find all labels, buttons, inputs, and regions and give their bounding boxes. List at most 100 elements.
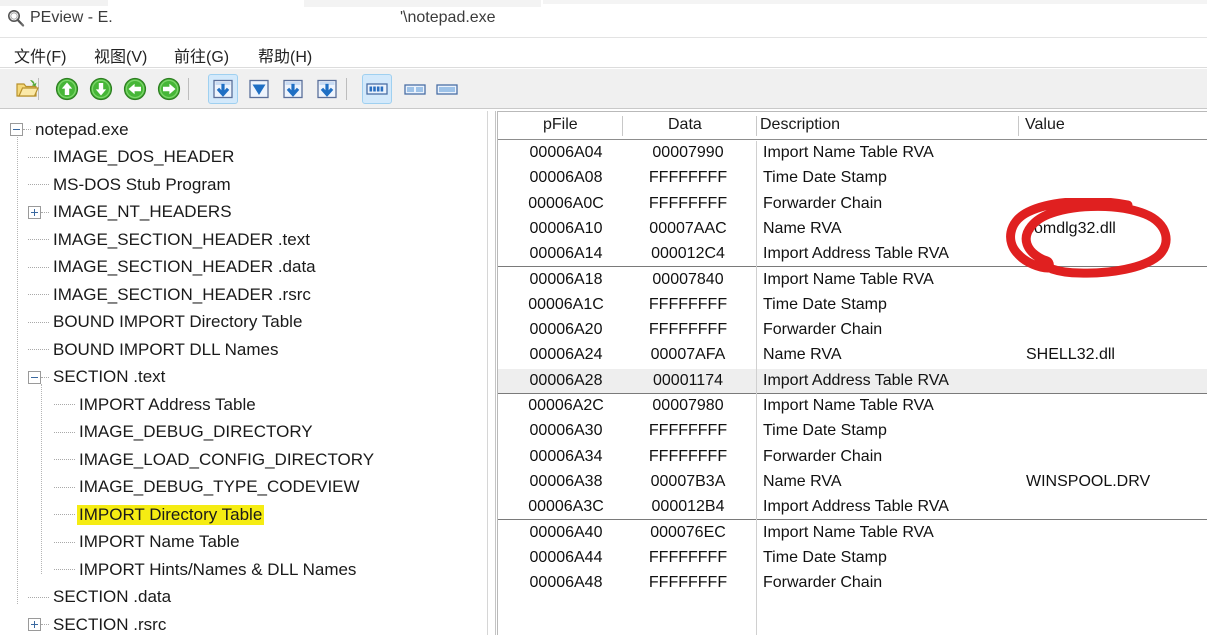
tree-node-label: SECTION .rsrc — [53, 614, 167, 634]
column-header-data[interactable]: Data — [668, 116, 702, 134]
title-shade — [303, 0, 541, 7]
table-row[interactable]: 00006A40 000076EC Import Name Table RVA — [498, 521, 1207, 546]
panel-splitter[interactable] — [487, 111, 488, 635]
table-row[interactable]: 00006A18 00007840 Import Name Table RVA — [498, 268, 1207, 293]
tree-node[interactable]: IMAGE_DOS_HEADER — [28, 144, 236, 171]
tree-node[interactable]: SECTION .text — [28, 364, 167, 391]
layout-one-pane-icon[interactable] — [432, 74, 462, 104]
tree-node[interactable]: BOUND IMPORT Directory Table — [28, 309, 304, 336]
tree-connector-dash — [28, 294, 49, 295]
column-separator[interactable] — [756, 116, 757, 136]
toolbar — [0, 69, 1207, 109]
tree-node[interactable]: IMAGE_LOAD_CONFIG_DIRECTORY — [54, 446, 376, 473]
column-separator[interactable] — [1018, 116, 1019, 136]
cell-description: Time Date Stamp — [763, 548, 887, 566]
table-row[interactable]: 00006A04 00007990 Import Name Table RVA — [498, 141, 1207, 166]
cell-data: 000076EC — [650, 523, 726, 541]
cell-description: Forwarder Chain — [763, 194, 883, 212]
cell-description: Forwarder Chain — [763, 574, 883, 592]
nav-up-icon[interactable] — [52, 74, 82, 104]
menu-goto[interactable]: 前往(G) — [172, 43, 231, 67]
expand-plus-icon[interactable] — [28, 618, 41, 631]
tree-node-label: IMAGE_DEBUG_TYPE_CODEVIEW — [79, 477, 360, 496]
cell-data: FFFFFFFF — [648, 295, 728, 313]
column-header-value[interactable]: Value — [1025, 116, 1065, 134]
view-export-icon[interactable] — [312, 74, 342, 104]
cell-pfile: 00006A38 — [529, 472, 603, 490]
field-table[interactable]: pFile Data Description Value 00006A04 000079… — [497, 111, 1207, 635]
table-row[interactable]: 00006A28 00001174 Import Address Table RVA — [498, 368, 1207, 394]
table-row[interactable]: 00006A24 00007AFA Name RVA SHELL32.dll — [498, 343, 1207, 368]
table-row[interactable]: 00006A14 000012C4 Import Address Table RVA — [498, 242, 1207, 268]
nav-back-icon[interactable] — [120, 74, 150, 104]
tree-node[interactable]: IMPORT Hints/Names & DLL Names — [54, 556, 358, 583]
tree-connector-dash — [54, 404, 75, 405]
menu-help[interactable]: 帮助(H) — [256, 43, 314, 67]
cell-data: FFFFFFFF — [648, 321, 728, 339]
cell-data: 000012B4 — [651, 498, 725, 516]
table-row[interactable]: 00006A34 FFFFFFFF Forwarder Chain — [498, 445, 1207, 470]
tree-node[interactable]: SECTION .data — [28, 584, 173, 611]
table-row[interactable]: 00006A30 FFFFFFFF Time Date Stamp — [498, 419, 1207, 444]
layout-columns-icon[interactable] — [362, 74, 392, 104]
cell-pfile: 00006A18 — [529, 270, 603, 288]
menu-view[interactable]: 视图(V) — [92, 43, 149, 67]
menu-file[interactable]: 文件(F) — [12, 43, 68, 67]
cell-description: Import Address Table RVA — [763, 498, 949, 516]
open-file-icon[interactable] — [12, 74, 42, 104]
tree-node[interactable]: SECTION .rsrc — [28, 611, 168, 635]
tree-node-label: SECTION .text — [53, 367, 166, 386]
tree-node[interactable]: IMPORT Directory Table — [54, 501, 265, 528]
cell-data: 00001174 — [653, 371, 723, 389]
table-row[interactable]: 00006A20 FFFFFFFF Forwarder Chain — [498, 318, 1207, 343]
cell-data: 00007AAC — [649, 219, 727, 237]
cell-pfile: 00006A10 — [529, 219, 603, 237]
tree-node[interactable]: MS-DOS Stub Program — [28, 171, 233, 198]
table-row[interactable]: 00006A3C 000012B4 Import Address Table RVA — [498, 495, 1207, 521]
tree-node[interactable]: IMAGE_SECTION_HEADER .rsrc — [28, 281, 313, 308]
view-structure-icon[interactable] — [244, 74, 274, 104]
cell-description: Import Name Table RVA — [763, 270, 934, 288]
tree-node[interactable]: notepad.exe — [10, 116, 131, 143]
tree-node[interactable]: IMAGE_DEBUG_DIRECTORY — [54, 419, 315, 446]
expand-plus-icon[interactable] — [28, 205, 41, 219]
cell-pfile: 00006A04 — [529, 144, 603, 161]
column-header-pfile[interactable]: pFile — [543, 116, 578, 134]
column-separator[interactable] — [622, 116, 623, 136]
table-row[interactable]: 00006A0C FFFFFFFF Forwarder Chain — [498, 192, 1207, 217]
tree-connector-dash — [28, 266, 49, 268]
tree-node[interactable]: IMAGE_SECTION_HEADER .text — [28, 226, 312, 253]
table-row[interactable]: 00006A08 FFFFFFFF Time Date Stamp — [498, 166, 1207, 191]
table-row[interactable]: 00006A2C 00007980 Import Name Table RVA — [498, 394, 1207, 419]
nav-down-icon[interactable] — [86, 74, 116, 104]
cell-description: Time Date Stamp — [763, 169, 887, 187]
view-ascii-icon[interactable] — [278, 74, 308, 104]
column-header-description[interactable]: Description — [760, 116, 840, 134]
cell-pfile: 00006A40 — [529, 523, 603, 541]
tree-node[interactable]: BOUND IMPORT DLL Names — [28, 336, 280, 363]
table-row[interactable]: 00006A44 FFFFFFFF Time Date Stamp — [498, 546, 1207, 571]
tree-node[interactable]: IMPORT Name Table — [54, 529, 242, 556]
column-rule — [756, 141, 757, 635]
cell-pfile: 00006A30 — [529, 422, 603, 440]
view-hex-icon[interactable] — [208, 74, 238, 104]
tree-node[interactable]: IMAGE_DEBUG_TYPE_CODEVIEW — [54, 474, 362, 501]
tree-connector-dash — [28, 596, 49, 598]
table-row[interactable]: 00006A1C FFFFFFFF Time Date Stamp — [498, 293, 1207, 318]
table-row[interactable]: 00006A38 00007B3A Name RVA WINSPOOL.DRV — [498, 470, 1207, 495]
tree-connector-dash — [28, 321, 49, 323]
tree-node[interactable]: IMAGE_SECTION_HEADER .data — [28, 254, 318, 281]
tree-node[interactable]: IMPORT Address Table — [54, 391, 258, 418]
nav-forward-icon[interactable] — [154, 74, 184, 104]
layout-two-pane-icon[interactable] — [400, 74, 430, 104]
collapse-minus-icon[interactable] — [28, 370, 41, 384]
tree-node[interactable]: IMAGE_NT_HEADERS — [28, 199, 234, 226]
cell-pfile: 00006A48 — [529, 574, 603, 592]
table-row[interactable]: 00006A48 FFFFFFFF Forwarder Chain — [498, 571, 1207, 596]
title-occluder — [178, 0, 304, 37]
collapse-minus-icon[interactable] — [10, 123, 23, 136]
tree-node-label: BOUND IMPORT Directory Table — [53, 312, 303, 331]
structure-tree[interactable]: notepad.exe IMAGE_DOS_HEADER MS-DOS Stub P… — [0, 111, 487, 635]
tree-connector-dash — [54, 541, 75, 543]
table-row[interactable]: 00006A10 00007AAC Name RVA comdlg32.dll — [498, 217, 1207, 242]
